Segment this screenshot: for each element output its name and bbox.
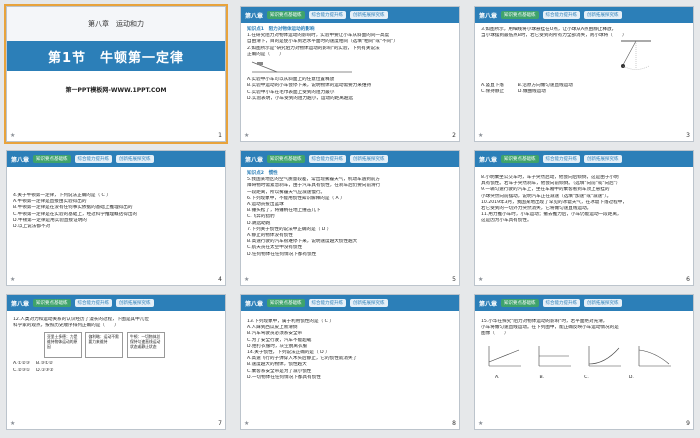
pendulum-diagram <box>621 40 651 71</box>
slide-sorter-grid: 第八章 运动和力 第1节 牛顿第一定律 第一PPT模板网-WWW.1PPT.CO… <box>0 0 700 438</box>
slide-thumbnail-4[interactable]: 第八章 知识要点基础练 综合能力提升练 创新拓展探究练 4.关于牛顿第一定律，下… <box>6 150 226 286</box>
slide-thumbnail-2[interactable]: 第八章 知识要点基础练 综合能力提升练 创新拓展探究练 知识点1 阻力对物体运动… <box>240 6 460 142</box>
scientist-quote-3: 牛顿：一切物体总保持匀速直线运动状态或静止状态 <box>126 332 165 359</box>
slide-thumbnail-8[interactable]: 第八章 知识要点基础练 综合能力提升练 创新拓展探究练 13.下列现象中，属于利… <box>240 294 460 430</box>
slide-number: 7 <box>218 420 222 427</box>
star-icon: ★ <box>10 420 16 427</box>
star-icon: ★ <box>478 132 484 139</box>
slide-number: 3 <box>686 132 690 139</box>
star-icon: ★ <box>244 276 250 283</box>
slide-number: 1 <box>218 132 222 139</box>
star-icon: ★ <box>10 132 16 139</box>
star-icon: ★ <box>478 276 484 283</box>
slide-number: 6 <box>686 276 690 283</box>
scientist-quote-1: 亚里士多德：力是维持物体运动的原因 <box>44 332 82 359</box>
slide-thumbnail-5[interactable]: 第八章 知识要点基础练 综合能力提升练 创新拓展探究练 知识点2 惯性 5.我国… <box>240 150 460 286</box>
slide-header: 第八章 知识要点基础练 综合能力提升练 创新拓展探究练 <box>241 7 459 23</box>
footer-text: 第一PPT模板网-WWW.1PPT.COM <box>65 87 167 94</box>
slide-header: 第八章 知识要点基础练 综合能力提升练 创新拓展探究练 <box>475 7 693 23</box>
slide-header: 第八章 知识要点基础练 综合能力提升练 创新拓展探究练 <box>241 295 459 311</box>
slide-thumbnail-3[interactable]: 第八章 知识要点基础练 综合能力提升练 创新拓展探究练 3.如图所示，用细线将小… <box>474 6 694 142</box>
star-icon: ★ <box>478 420 484 427</box>
slide-number: 4 <box>218 276 222 283</box>
slide-header: 第八章 知识要点基础练 综合能力提升练 创新拓展探究练 <box>475 295 693 311</box>
slide-number: 5 <box>452 276 456 283</box>
star-icon: ★ <box>244 420 250 427</box>
ramp-diagram <box>251 61 352 73</box>
slide-number: 8 <box>452 420 456 427</box>
slide-header: 第八章 知识要点基础练 综合能力提升练 创新拓展探究练 <box>475 151 693 167</box>
slide-number: 9 <box>686 420 690 427</box>
section-title: 第1节 牛顿第一定律 <box>7 41 225 71</box>
slide-thumbnail-9[interactable]: 第八章 知识要点基础练 综合能力提升练 创新拓展探究练 15.小华在探究"阻力对… <box>474 294 694 430</box>
scientist-quote-2: 伽利略：运动不需要力来维持 <box>85 332 124 359</box>
slide-header: 第八章 知识要点基础练 综合能力提升练 创新拓展探究练 <box>7 151 225 167</box>
slide-number: 2 <box>452 132 456 139</box>
star-icon: ★ <box>244 132 250 139</box>
motion-graphs <box>488 345 671 366</box>
slide-header: 第八章 知识要点基础练 综合能力提升练 创新拓展探究练 <box>241 151 459 167</box>
slide-thumbnail-1[interactable]: 第八章 运动和力 第1节 牛顿第一定律 第一PPT模板网-WWW.1PPT.CO… <box>4 4 228 144</box>
slide-header: 第八章 知识要点基础练 综合能力提升练 创新拓展探究练 <box>7 295 225 311</box>
slide-thumbnail-7[interactable]: 第八章 知识要点基础练 综合能力提升练 创新拓展探究练 12.人类对力和运动关系… <box>6 294 226 430</box>
chapter-heading: 第八章 运动和力 <box>7 7 225 41</box>
star-icon: ★ <box>10 276 16 283</box>
slide-thumbnail-6[interactable]: 第八章 知识要点基础练 综合能力提升练 创新拓展探究练 8.小明乘坐公交车时，车… <box>474 150 694 286</box>
